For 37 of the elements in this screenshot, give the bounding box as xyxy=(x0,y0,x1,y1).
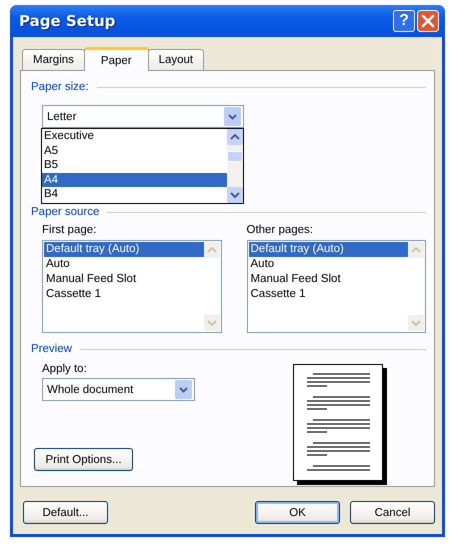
group-heading: Preview xyxy=(31,343,72,355)
dropdown-option[interactable]: Executive xyxy=(42,129,227,144)
dropdown-option[interactable]: A5 xyxy=(42,144,227,158)
list-item[interactable]: Manual Feed Slot xyxy=(44,272,204,287)
dropdown-option[interactable]: B4 xyxy=(42,187,227,202)
group-heading: Paper size: xyxy=(31,81,89,93)
apply-to-label: Apply to: xyxy=(42,363,88,375)
tray-listbox[interactable]: Default tray (Auto) Auto Manual Feed Slot Cassette 1 xyxy=(42,240,222,333)
list-item[interactable]: Manual Feed Slot xyxy=(248,272,408,287)
scroll-thumb[interactable] xyxy=(227,151,243,162)
dropdown-option[interactable]: A4 xyxy=(42,172,227,188)
close-icon[interactable] xyxy=(417,10,439,32)
list-item[interactable]: Auto xyxy=(248,257,408,272)
apply-to-dropdown[interactable]: Whole document xyxy=(42,378,195,401)
dropdown-option[interactable]: B5 xyxy=(42,158,227,173)
dialog-button[interactable]: OK xyxy=(255,501,340,524)
scroll-down-icon[interactable] xyxy=(227,187,243,203)
scroll-up-icon[interactable] xyxy=(204,242,220,258)
tab[interactable]: Margins xyxy=(22,49,85,70)
list-item[interactable]: Auto xyxy=(44,257,204,272)
tab[interactable]: Paper xyxy=(84,47,149,71)
group-heading: Paper source xyxy=(31,206,100,218)
list-label: Other pages: xyxy=(246,224,314,236)
list-item[interactable]: Cassette 1 xyxy=(44,287,204,302)
list-label: First page: xyxy=(42,224,98,236)
tab[interactable]: Layout xyxy=(148,49,204,70)
list-item[interactable]: Cassette 1 xyxy=(248,287,408,302)
print-options-button[interactable]: Print Options... xyxy=(34,448,133,471)
list-item[interactable]: Default tray (Auto) xyxy=(248,242,408,257)
dialog-button[interactable]: Cancel xyxy=(350,501,435,524)
paper-size-dropdown[interactable]: Letter xyxy=(42,105,244,128)
window-title: Page Setup xyxy=(19,12,116,30)
list-item[interactable]: Default tray (Auto) xyxy=(44,242,204,257)
dialog-button[interactable]: Default... xyxy=(23,501,108,524)
scroll-up-icon[interactable] xyxy=(227,129,243,145)
tray-listbox[interactable]: Default tray (Auto) Auto Manual Feed Slot Cassette 1 xyxy=(246,240,426,333)
help-button[interactable]: ? xyxy=(393,10,415,32)
